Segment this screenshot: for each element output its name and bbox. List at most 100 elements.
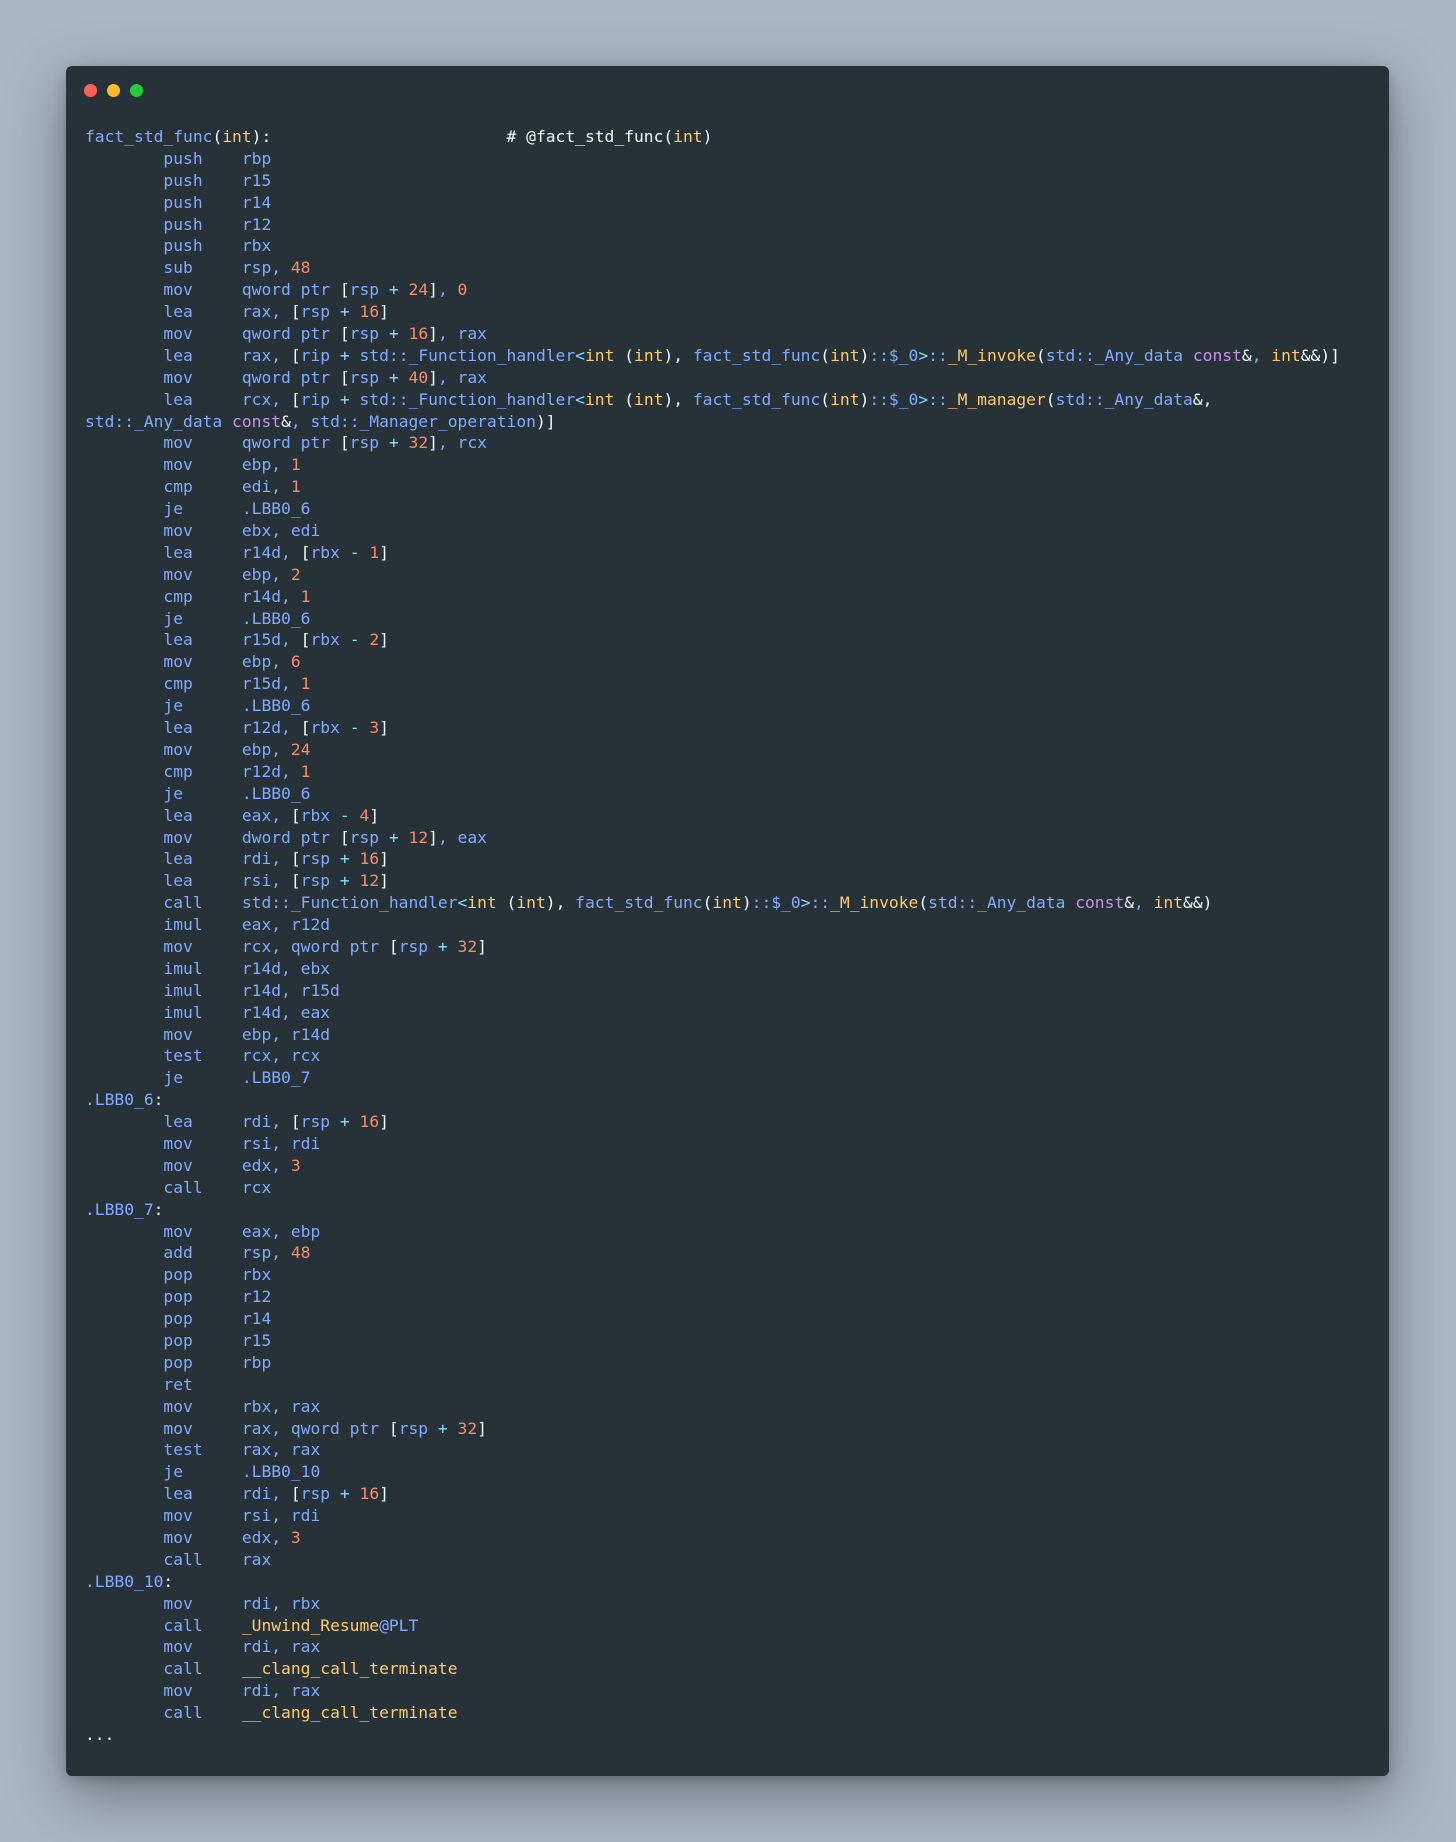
code-token: , rax — [437, 367, 487, 387]
code-line: mov ebx, edi — [85, 520, 1379, 542]
code-token: - — [339, 805, 350, 825]
code-token: , rax — [437, 324, 487, 344]
code-token: rsp — [349, 827, 389, 847]
code-token: .LBB0_6 — [85, 1090, 154, 1110]
code-line: je .LBB0_6 — [85, 783, 1379, 805]
code-token: ] — [428, 280, 438, 300]
code-line: push rbx — [85, 235, 1379, 257]
code-token: mov rcx, qword ptr — [85, 936, 389, 956]
code-line: lea rsi, [rsp + 12] — [85, 870, 1379, 892]
code-token: std::_Any_data — [1055, 389, 1193, 409]
code-token: , rcx — [437, 433, 487, 453]
code-token: + — [388, 324, 399, 344]
code-line: mov eax, ebp — [85, 1221, 1379, 1243]
code-token: ::$_0 — [751, 893, 801, 913]
code-token: rsp — [300, 1484, 340, 1504]
code-token: ) — [859, 345, 870, 365]
zoom-dot-icon[interactable] — [130, 84, 143, 97]
code-token: &&)] — [1300, 345, 1340, 365]
code-token: ] — [379, 302, 389, 322]
code-token: lea rcx, — [85, 389, 291, 409]
code-token: lea rdi, — [85, 1112, 291, 1132]
code-token: rbx — [310, 630, 350, 650]
code-token: 1 — [369, 542, 380, 562]
code-line: mov ebp, 1 — [85, 454, 1379, 476]
code-line: std::_Any_data const&, std::_Manager_ope… — [85, 411, 1379, 433]
minimize-dot-icon[interactable] — [107, 84, 120, 97]
code-token: _M_invoke — [947, 345, 1036, 365]
code-token: [ — [300, 542, 311, 562]
code-token: ( — [820, 345, 831, 365]
code-token: mov edx, — [85, 1155, 291, 1175]
code-line: cmp edi, 1 — [85, 476, 1379, 498]
code-token: int — [584, 345, 615, 365]
code-token: > — [918, 345, 929, 365]
code-line: pop r15 — [85, 1330, 1379, 1352]
code-line: call std::_Function_handler<int (int), f… — [85, 892, 1379, 914]
code-token: mov ebp, — [85, 652, 291, 672]
code-token: push rbx — [85, 236, 272, 256]
code-token: fact_std_func — [683, 345, 821, 365]
code-token: std::_Any_data — [928, 893, 1076, 913]
code-token: lea r14d, — [85, 542, 301, 562]
code-line: mov qword ptr [rsp + 24], 0 — [85, 279, 1379, 301]
code-line: imul r14d, eax — [85, 1002, 1379, 1024]
code-token: 12 — [359, 871, 380, 891]
code-token: imul r14d, r15d — [85, 980, 340, 1000]
code-token: 4 — [359, 805, 370, 825]
code-token: imul r14d, eax — [85, 1002, 331, 1022]
code-token: call — [85, 1659, 242, 1679]
code-token: lea rdi, — [85, 1484, 291, 1504]
code-token: call std::_Function_handler — [85, 893, 458, 913]
code-token: int — [830, 345, 860, 365]
code-token: rsp — [398, 936, 438, 956]
code-token: [ — [290, 1112, 301, 1132]
code-token: int — [516, 893, 546, 913]
code-token: 16 — [359, 1112, 380, 1132]
code-token: pop r12 — [85, 1287, 272, 1307]
code-token: push r15 — [85, 170, 272, 190]
code-line: mov rdi, rax — [85, 1680, 1379, 1702]
code-token: ): — [251, 127, 272, 146]
code-token: + — [339, 871, 350, 891]
code-token: ( — [506, 893, 517, 913]
code-token: add rsp, — [85, 1243, 291, 1263]
code-token: ] — [428, 433, 438, 453]
code-token: ) — [741, 893, 752, 913]
code-token: : — [163, 1571, 174, 1591]
assembly-code-block: fact_std_func(int): # @fact_std_func(int… — [85, 126, 1379, 1746]
code-line: je .LBB0_7 — [85, 1067, 1379, 1089]
code-line: call __clang_call_terminate — [85, 1658, 1379, 1680]
code-line: je .LBB0_6 — [85, 498, 1379, 520]
code-token: call rax — [85, 1549, 272, 1569]
code-line: mov ebp, r14d — [85, 1024, 1379, 1046]
code-token: ) — [702, 127, 713, 146]
code-line: lea rdi, [rsp + 16] — [85, 848, 1379, 870]
code-token: std::_Any_data — [1045, 345, 1193, 365]
code-token: __clang_call_terminate — [241, 1703, 458, 1723]
code-line: je .LBB0_6 — [85, 608, 1379, 630]
code-token: mov dword ptr — [85, 827, 340, 847]
code-token: _M_manager — [947, 389, 1046, 409]
code-line: mov ebp, 24 — [85, 739, 1379, 761]
code-line: mov qword ptr [rsp + 40], rax — [85, 367, 1379, 389]
code-line: push rbp — [85, 148, 1379, 170]
code-token: + — [437, 1418, 448, 1438]
code-token: ( — [624, 345, 635, 365]
code-token: rsp — [300, 1112, 340, 1132]
code-line: lea r12d, [rbx - 3] — [85, 717, 1379, 739]
close-dot-icon[interactable] — [84, 84, 97, 97]
code-token: 24 — [408, 280, 429, 300]
code-token: std::_Function_handler — [349, 345, 576, 365]
code-token: < — [575, 345, 585, 365]
code-token: fact_std_func — [683, 389, 821, 409]
code-line: mov qword ptr [rsp + 32], rcx — [85, 432, 1379, 454]
code-token: # @fact_std_func( — [271, 127, 674, 146]
code-token: ), — [663, 389, 684, 409]
code-line: add rsp, 48 — [85, 1242, 1379, 1264]
code-token: cmp r12d, — [85, 761, 301, 781]
code-token: , — [1251, 345, 1272, 365]
